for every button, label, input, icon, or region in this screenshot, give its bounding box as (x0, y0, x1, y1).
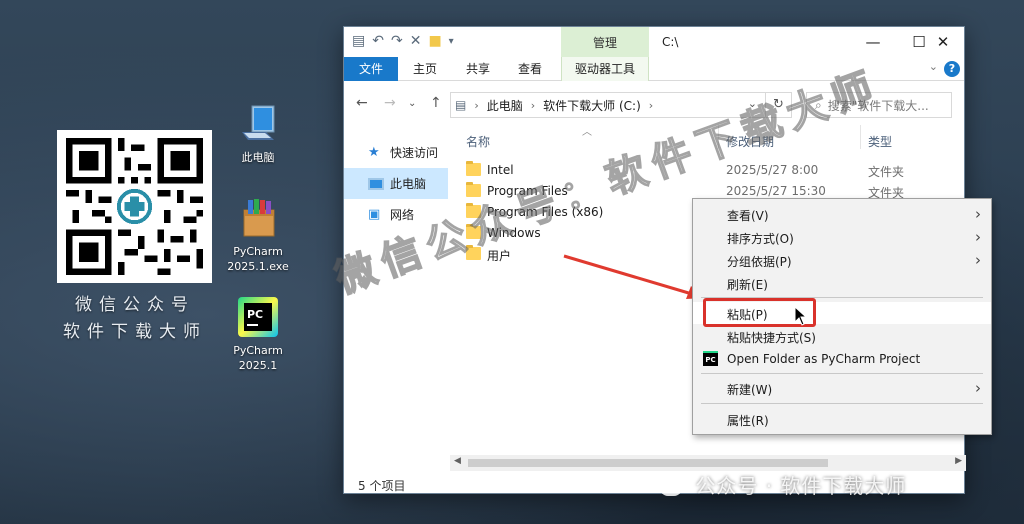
network-icon: ▣ (368, 206, 381, 222)
scroll-right-icon[interactable]: ▶ (955, 456, 962, 466)
menu-item-label: 粘贴快捷方式(S) (727, 331, 816, 345)
up-arrow-icon[interactable]: ↑ (430, 95, 442, 111)
file-name: Intel (487, 163, 514, 177)
file-date: 2025/5/27 8:00 (726, 163, 819, 177)
installer-box-icon (236, 196, 280, 240)
breadcrumb-separator-icon: › (474, 98, 479, 112)
menu-item-label: 分组依据(P) (727, 255, 792, 269)
menu-item-label: 排序方式(O) (727, 232, 794, 246)
menu-item-group-by[interactable]: 分组依据(P) › (693, 249, 991, 271)
desktop-icon-pycharm-shortcut[interactable]: PC PyCharm 2025.1 (223, 295, 293, 373)
menu-item-open-pycharm-project[interactable]: PC Open Folder as PyCharm Project (693, 348, 991, 370)
file-date: 2025/5/27 15:30 (726, 184, 826, 198)
minimize-button[interactable]: — (850, 27, 896, 57)
title-bar: ▤ ↶ ↷ ✕ ■ ▾ 管理 C:\ — ☐ ✕ (344, 27, 964, 57)
delete-icon[interactable]: ✕ (410, 33, 422, 49)
desktop-icon-label: PyCharm 2025.1.exe (227, 245, 289, 273)
wechat-icon (660, 479, 682, 496)
file-type: 文件夹 (868, 165, 905, 179)
sidebar-item-quick-access[interactable]: ★ 快速访问 (344, 137, 448, 168)
menu-item-view[interactable]: 查看(V) › (693, 203, 991, 225)
recent-locations-icon[interactable]: ⌄ (408, 98, 416, 109)
sidebar-item-this-pc[interactable]: 此电脑 (344, 168, 448, 199)
desktop-icon-label: PyCharm 2025.1 (233, 344, 283, 372)
drive-icon: ▤ (455, 98, 467, 112)
chevron-down-icon[interactable]: ⌄ (929, 60, 938, 73)
status-item-count: 5 个项目 (358, 479, 406, 493)
menu-item-label: 查看(V) (727, 209, 769, 223)
forward-arrow-icon[interactable]: → (384, 95, 396, 111)
redo-icon[interactable]: ↷ (391, 33, 403, 49)
breadcrumb-drive-c[interactable]: 软件下载大师 (C:) (543, 97, 641, 114)
red-pointer-arrow (563, 254, 704, 299)
svg-text:PC: PC (247, 308, 263, 321)
customize-toolbar-icon[interactable]: ▾ (449, 36, 454, 47)
tab-drive-tools[interactable]: 驱动器工具 (561, 57, 649, 81)
sort-ascending-icon: ︿ (582, 127, 592, 138)
new-folder-icon[interactable]: ■ (428, 33, 441, 49)
pycharm-icon: PC (236, 295, 280, 339)
column-header-name[interactable]: 名称 (466, 133, 490, 150)
menu-item-refresh[interactable]: 刷新(E) (693, 272, 991, 294)
tab-share[interactable]: 共享 (457, 57, 499, 81)
menu-item-label: 新建(W) (727, 383, 773, 397)
qr-caption-line1: 微信公众号 (75, 295, 195, 315)
menu-item-new[interactable]: 新建(W) › (693, 377, 991, 399)
computer-icon (368, 177, 384, 190)
manage-context-tab[interactable]: 管理 (561, 27, 649, 57)
column-divider[interactable] (860, 125, 861, 149)
mouse-cursor-icon (794, 306, 808, 326)
menu-item-sort-by[interactable]: 排序方式(O) › (693, 226, 991, 248)
qr-code (57, 130, 212, 283)
footer-watermark: 公众号 · 软件下载大师 (660, 470, 906, 499)
tab-view[interactable]: 查看 (509, 57, 551, 81)
scrollbar-thumb[interactable] (468, 459, 828, 467)
undo-icon[interactable]: ↶ (372, 33, 384, 49)
qr-caption-line2: 软件下载大师 (63, 322, 207, 342)
computer-icon (236, 102, 280, 146)
chevron-right-icon: › (975, 228, 981, 246)
desktop-icon-pycharm-installer[interactable]: PyCharm 2025.1.exe (223, 196, 293, 274)
window-title: C:\ (662, 35, 679, 49)
footer-watermark-text: 公众号 · 软件下载大师 (695, 474, 907, 498)
menu-separator (701, 403, 983, 404)
breadcrumb-separator-icon: › (530, 98, 536, 112)
menu-item-paste-shortcut[interactable]: 粘贴快捷方式(S) (693, 325, 991, 347)
chevron-right-icon: › (975, 205, 981, 223)
properties-icon[interactable]: ▤ (352, 33, 365, 49)
menu-item-label: 刷新(E) (727, 278, 768, 292)
horizontal-scrollbar[interactable]: ◀ ▶ (450, 455, 966, 471)
chevron-right-icon: › (975, 379, 981, 397)
menu-item-label: Open Folder as PyCharm Project (727, 352, 921, 366)
close-button[interactable]: ✕ (920, 27, 966, 57)
scroll-left-icon[interactable]: ◀ (454, 456, 461, 466)
quick-access-toolbar: ▤ ↶ ↷ ✕ ■ ▾ (352, 33, 454, 49)
breadcrumb-this-pc[interactable]: 此电脑 (487, 97, 523, 114)
desktop-icon-label: 此电脑 (241, 151, 275, 164)
desktop-icon-this-pc[interactable]: 此电脑 (223, 102, 293, 165)
folder-icon (466, 161, 481, 176)
breadcrumb-separator-icon: › (648, 98, 654, 112)
sidebar-item-label: 此电脑 (390, 177, 427, 191)
star-icon: ★ (368, 144, 380, 160)
pycharm-icon: PC (703, 351, 718, 366)
menu-item-properties[interactable]: 属性(R) (693, 408, 991, 430)
menu-item-label: 属性(R) (727, 414, 769, 428)
help-icon[interactable]: ? (944, 61, 960, 77)
tab-home[interactable]: 主页 (404, 57, 446, 81)
chevron-right-icon: › (975, 251, 981, 269)
menu-separator (701, 373, 983, 374)
sidebar-item-label: 快速访问 (390, 146, 439, 160)
column-header-type[interactable]: 类型 (868, 133, 892, 150)
tab-file[interactable]: 文件 (344, 57, 399, 81)
back-arrow-icon[interactable]: ← (356, 95, 368, 111)
